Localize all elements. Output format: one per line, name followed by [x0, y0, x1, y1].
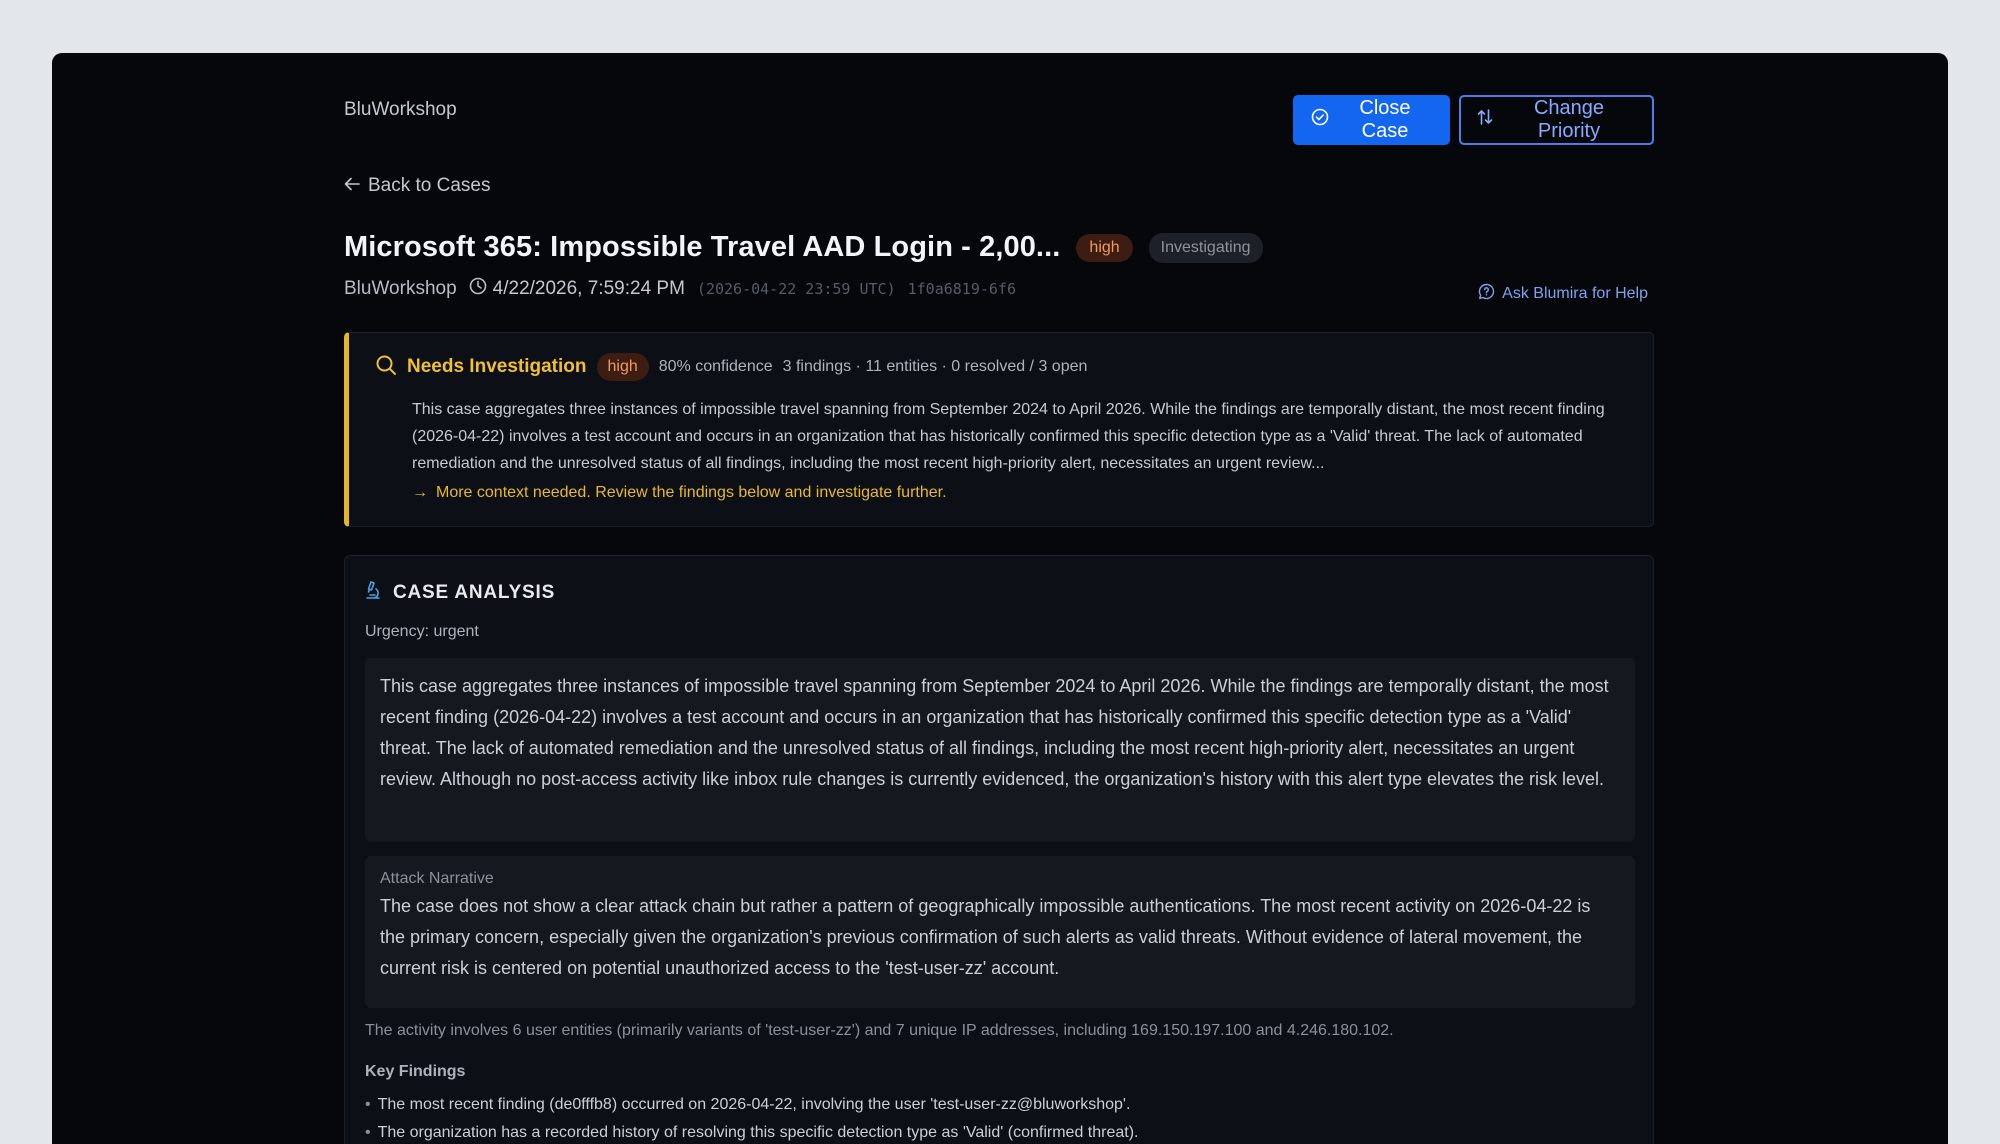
investigation-summary: This case aggregates three instances of … — [412, 401, 1605, 472]
key-findings-list: • The most recent finding (de0fffb8) occu… — [365, 1091, 1138, 1144]
attack-narrative: Attack Narrative The case does not show … — [365, 856, 1635, 1008]
status-badge: Investigating — [1148, 232, 1263, 263]
case-title-row: Microsoft 365: Impossible Travel AAD Log… — [344, 231, 1263, 264]
analysis-header: CASE ANALYSIS — [365, 580, 555, 605]
confidence-text: 80% confidence — [658, 358, 773, 375]
close-case-button[interactable]: Close Case — [1293, 95, 1450, 145]
narrative-label: Attack Narrative — [380, 870, 494, 887]
narrative-text: The case does not show a clear attack ch… — [380, 896, 1591, 978]
ask-help-label: Ask Blumira for Help — [1502, 285, 1648, 302]
close-case-label: Close Case — [1359, 97, 1411, 142]
needs-investigation-panel: Needs Investigation high 80% confidence … — [344, 332, 1654, 527]
severity-badge: high — [1076, 233, 1133, 262]
case-meta: BluWorkshop 4/22/2026, 7:59:24 PM (2026-… — [344, 277, 1016, 301]
ask-blumira-link[interactable]: Ask Blumira for Help — [1478, 283, 1648, 305]
case-timestamp: 4/22/2026, 7:59:24 PM — [469, 277, 685, 301]
bullet-icon: • — [365, 1124, 371, 1141]
key-findings-label: Key Findings — [365, 1063, 466, 1080]
findings-stats: 3 findings · 11 entities · 0 resolved / … — [782, 358, 1088, 375]
list-item: • The most recent finding (de0fffb8) occu… — [365, 1091, 1138, 1119]
key-finding-text: The organization has a recorded history … — [377, 1124, 1139, 1141]
microscope-icon — [365, 580, 383, 605]
urgency-text: Urgency: urgent — [365, 623, 479, 640]
action-text: More context needed. Review the findings… — [436, 484, 947, 501]
arrow-left-icon — [344, 175, 360, 197]
back-to-cases-link[interactable]: Back to Cases — [344, 175, 491, 197]
case-org: BluWorkshop — [344, 278, 457, 299]
arrow-right-icon: → — [412, 484, 428, 501]
investigation-severity-badge: high — [596, 353, 649, 381]
app-window: BluWorkshop Close Case Change Priority B… — [52, 53, 1948, 1144]
brand-name: BluWorkshop — [344, 99, 457, 120]
local-time: 4/22/2026, 7:59:24 PM — [492, 278, 685, 299]
case-analysis-panel: CASE ANALYSIS Urgency: urgent This case … — [344, 555, 1654, 1144]
chat-help-icon — [1478, 283, 1495, 305]
analysis-summary: This case aggregates three instances of … — [365, 658, 1635, 842]
analysis-title: CASE ANALYSIS — [393, 581, 556, 603]
header-actions: Close Case Change Priority — [1293, 95, 1654, 145]
case-title: Microsoft 365: Impossible Travel AAD Log… — [344, 231, 1061, 263]
check-circle-icon — [1311, 108, 1329, 132]
sort-arrows-icon — [1477, 108, 1493, 132]
investigation-header: Needs Investigation high 80% confidence … — [375, 353, 1087, 381]
investigation-action: → More context needed. Review the findin… — [412, 484, 947, 502]
utc-time: (2026-04-22 23:59 UTC) — [696, 280, 896, 298]
list-item: • The organization has a recorded history… — [365, 1119, 1138, 1144]
case-id: 1f0a6819-6f6 — [907, 280, 1016, 298]
investigation-title: Needs Investigation — [407, 356, 587, 377]
entities-summary: The activity involves 6 user entities (p… — [365, 1022, 1394, 1039]
search-icon — [375, 354, 397, 381]
change-priority-label: Change Priority — [1533, 97, 1605, 142]
bullet-icon: • — [365, 1096, 371, 1113]
clock-icon — [469, 277, 487, 301]
change-priority-button[interactable]: Change Priority — [1459, 95, 1654, 145]
key-finding-text: The most recent finding (de0fffb8) occur… — [377, 1096, 1131, 1113]
back-label: Back to Cases — [368, 175, 491, 196]
